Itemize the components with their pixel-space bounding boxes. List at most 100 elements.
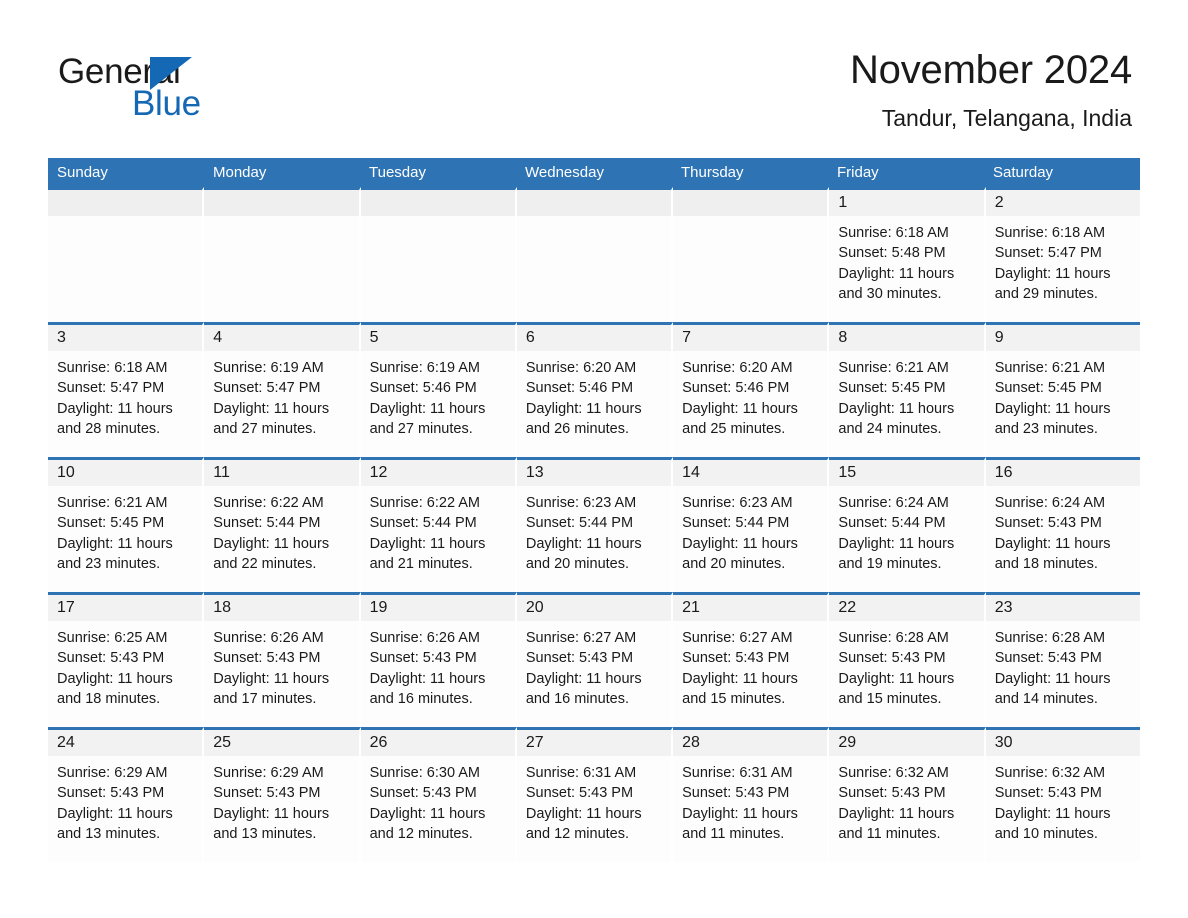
calendar-week-row: 3 Sunrise: 6:18 AM Sunset: 5:47 PM Daylight… [48,322,1140,457]
calendar-day-cell[interactable]: 23 Sunrise: 6:28 AM Sunset: 5:43 PM Dayligh… [985,592,1140,727]
calendar-day-cell[interactable]: 26 Sunrise: 6:30 AM Sunset: 5:43 PM Dayligh… [360,727,517,862]
day-detail-line: Sunrise: 6:19 AM [369,360,480,376]
calendar-day-cell[interactable]: 15 Sunrise: 6:24 AM Sunset: 5:44 PM Dayligh… [829,457,986,592]
day-detail-line: Sunrise: 6:32 AM [994,765,1106,781]
day-detail-line: Daylight: 11 hours [369,400,486,417]
day-detail-line: Daylight: 11 hours [369,670,486,687]
day-detail-line: Sunrise: 6:25 AM [57,630,168,646]
day-detail-line: and 21 minutes. [369,555,473,572]
day-number: 22 [838,599,857,616]
day-number: 6 [525,329,535,346]
calendar-day-cell[interactable]: 13 Sunrise: 6:23 AM Sunset: 5:44 PM Dayligh… [516,457,674,592]
title-block: November 2024 Tandur, Telangana, India [850,46,1132,134]
calendar-day-cell[interactable]: 11 Sunrise: 6:22 AM Sunset: 5:44 PM Dayligh… [204,457,361,592]
day-number: 20 [525,599,544,616]
calendar-day-cell[interactable]: 2 Sunrise: 6:18 AM Sunset: 5:47 PM Daylight… [985,187,1140,322]
calendar-day-cell[interactable]: 16 Sunrise: 6:24 AM Sunset: 5:43 PM Dayligh… [985,457,1140,592]
weekday-header-thursday: Thursday [681,164,744,181]
day-number: 3 [57,329,66,346]
day-number-band: 20 [516,595,672,621]
calendar-day-cell[interactable]: 10 Sunrise: 6:21 AM Sunset: 5:45 PM Dayligh… [48,457,205,592]
calendar-day-cell[interactable]: 27 Sunrise: 6:31 AM Sunset: 5:43 PM Dayligh… [516,727,674,862]
day-number: 5 [369,329,379,346]
day-details: Sunrise: 6:32 AM Sunset: 5:43 PM Daylight:… [829,756,983,844]
calendar-day-cell[interactable]: 4 Sunrise: 6:19 AM Sunset: 5:47 PM Daylight… [204,322,361,457]
day-detail-line: Sunrise: 6:19 AM [213,360,324,376]
day-number-band: 3 [48,325,203,351]
calendar-day-cell[interactable]: 19 Sunrise: 6:26 AM Sunset: 5:43 PM Dayligh… [360,592,517,727]
day-details: Sunrise: 6:31 AM Sunset: 5:43 PM Daylight:… [517,756,671,844]
calendar-day-cell[interactable]: 21 Sunrise: 6:27 AM Sunset: 5:43 PM Dayligh… [673,592,830,727]
day-detail-line: Daylight: 11 hours [525,400,642,417]
day-number-band: 17 [48,595,203,621]
calendar-day-cell[interactable]: 7 Sunrise: 6:20 AM Sunset: 5:46 PM Daylight… [673,322,830,457]
day-detail-line: and 20 minutes. [682,555,786,572]
day-number: 4 [213,329,223,346]
calendar-day-cell[interactable]: 18 Sunrise: 6:26 AM Sunset: 5:43 PM Dayligh… [204,592,361,727]
calendar-day-cell[interactable]: 22 Sunrise: 6:28 AM Sunset: 5:43 PM Dayligh… [829,592,986,727]
calendar-day-cell[interactable]: 9 Sunrise: 6:21 AM Sunset: 5:45 PM Daylight… [985,322,1140,457]
calendar-day-cell[interactable]: 29 Sunrise: 6:32 AM Sunset: 5:43 PM Dayligh… [829,727,986,862]
day-details: Sunrise: 6:22 AM Sunset: 5:44 PM Daylight:… [361,486,515,574]
day-detail-line: Daylight: 11 hours [213,535,330,552]
calendar-day-cell[interactable]: 24 Sunrise: 6:29 AM Sunset: 5:43 PM Dayligh… [48,727,205,862]
day-details: Sunrise: 6:30 AM Sunset: 5:43 PM Daylight:… [361,756,515,844]
day-detail-line: Sunrise: 6:27 AM [525,630,637,646]
calendar-day-cell[interactable]: 25 Sunrise: 6:29 AM Sunset: 5:43 PM Dayligh… [204,727,361,862]
day-detail-line: Daylight: 11 hours [682,670,798,687]
calendar-day-cell[interactable]: 30 Sunrise: 6:32 AM Sunset: 5:43 PM Dayligh… [985,727,1140,862]
calendar-day-cell[interactable]: 1 Sunrise: 6:18 AM Sunset: 5:48 PM Daylight… [829,187,986,322]
day-detail-line: Sunrise: 6:20 AM [682,360,793,376]
day-number: 10 [57,464,75,481]
weekday-header-monday: Monday [213,164,267,181]
calendar-day-cell[interactable]: 8 Sunrise: 6:21 AM Sunset: 5:45 PM Daylight… [829,322,986,457]
calendar-day-cell[interactable]: 3 Sunrise: 6:18 AM Sunset: 5:47 PM Daylight… [48,322,205,457]
day-details: Sunrise: 6:21 AM Sunset: 5:45 PM Daylight:… [829,351,983,439]
calendar-day-cell[interactable]: 28 Sunrise: 6:31 AM Sunset: 5:43 PM Dayligh… [673,727,830,862]
day-detail-line: Sunrise: 6:21 AM [994,360,1106,376]
brand-logo[interactable]: General Blue [58,50,288,123]
day-number-band: 26 [360,730,515,756]
day-detail-line: Sunset: 5:46 PM [369,380,477,397]
day-detail-line: and 28 minutes. [57,420,161,437]
day-number: 30 [994,734,1013,751]
page-title: November 2024 [849,48,1132,92]
calendar-day-cell[interactable]: 20 Sunrise: 6:27 AM Sunset: 5:43 PM Dayligh… [516,592,674,727]
day-detail-line: Sunset: 5:43 PM [994,785,1102,802]
day-number: 8 [838,329,848,346]
day-details: Sunrise: 6:27 AM Sunset: 5:43 PM Daylight:… [517,621,671,709]
weekday-header-saturday: Saturday [993,164,1054,181]
calendar-day-cell[interactable]: 5 Sunrise: 6:19 AM Sunset: 5:46 PM Daylight… [360,322,517,457]
day-number-band: 5 [360,325,515,351]
day-detail-line: Sunset: 5:43 PM [838,785,946,802]
calendar-day-cell[interactable]: 12 Sunrise: 6:22 AM Sunset: 5:44 PM Dayligh… [360,457,517,592]
day-number-band: 14 [673,460,828,486]
day-detail-line: Daylight: 11 hours [838,400,955,417]
day-detail-line: Sunrise: 6:32 AM [838,765,949,781]
day-number-band [360,190,515,216]
calendar-page: General Blue November 2024 Tandur, Telan… [0,0,1188,918]
day-number: 16 [994,464,1013,481]
day-detail-line: Daylight: 11 hours [994,535,1111,552]
day-number-band: 8 [829,325,984,351]
day-detail-line: and 22 minutes. [213,555,317,572]
calendar-day-cell[interactable]: 14 Sunrise: 6:23 AM Sunset: 5:44 PM Dayligh… [673,457,830,592]
calendar-day-cell[interactable]: 6 Sunrise: 6:20 AM Sunset: 5:46 PM Daylight… [516,322,674,457]
calendar-day-cell[interactable]: 17 Sunrise: 6:25 AM Sunset: 5:43 PM Dayligh… [48,592,205,727]
day-detail-line: and 30 minutes. [838,285,942,302]
day-number: 11 [213,464,230,481]
day-number: 28 [682,734,700,751]
day-number: 25 [213,734,232,751]
weekday-header-row: Sunday Monday Tuesday Wednesday Thursday… [48,158,1140,187]
day-number: 2 [994,194,1004,211]
day-number: 18 [213,599,232,616]
day-number-band: 7 [673,325,828,351]
day-detail-line: Daylight: 11 hours [57,535,173,552]
day-detail-line: Sunset: 5:43 PM [994,650,1102,667]
day-details: Sunrise: 6:32 AM Sunset: 5:43 PM Daylight:… [986,756,1140,844]
calendar-week-row: 24 Sunrise: 6:29 AM Sunset: 5:43 PM Dayligh… [48,727,1140,862]
day-detail-line: and 17 minutes. [213,690,317,707]
day-detail-line: and 12 minutes. [525,825,630,842]
day-detail-line: Sunrise: 6:21 AM [57,495,168,511]
day-detail-line: Sunrise: 6:26 AM [369,630,480,646]
